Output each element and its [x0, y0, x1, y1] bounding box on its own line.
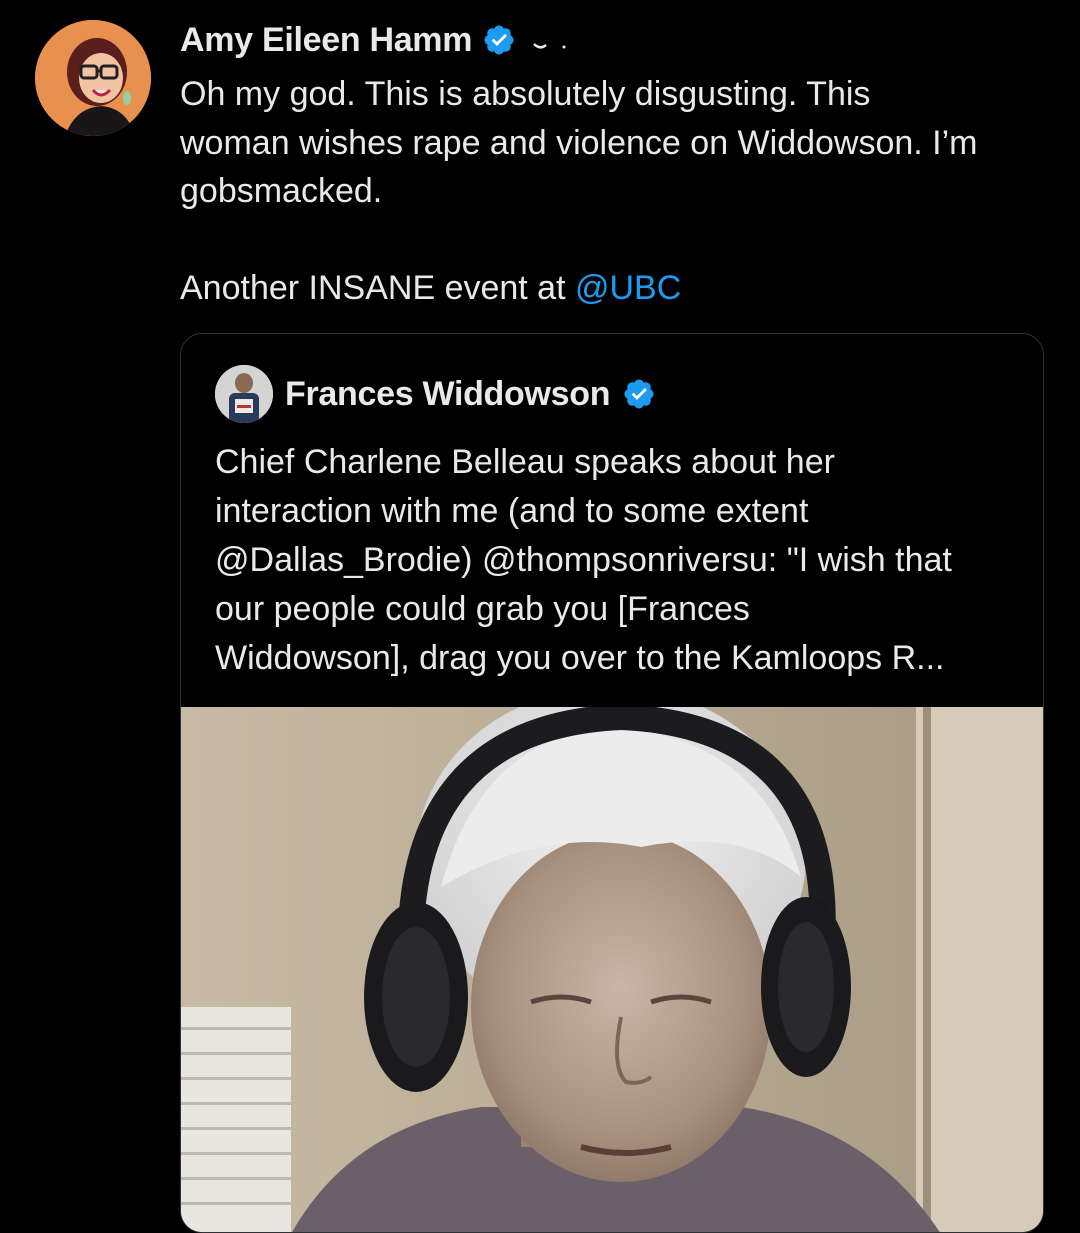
quote-text-line: interaction with me (and to some extent	[215, 492, 809, 530]
verified-badge-icon	[484, 25, 514, 55]
quote-text-line: our people could grab you [Frances	[215, 590, 750, 628]
quote-tweet-card[interactable]: Frances Widdowson Chief Charlene Belleau…	[180, 333, 1044, 1233]
tweet-text-line: woman wishes rape and violence on Widdow…	[180, 123, 978, 162]
quote-user-avatar-icon	[215, 365, 273, 423]
quote-author-avatar[interactable]	[215, 365, 273, 423]
tweet-text-line: Another INSANE event at @UBC	[180, 264, 1060, 313]
tweet-text-segment: Another INSANE event at	[180, 269, 575, 307]
mention-link[interactable]: @UBC	[575, 269, 681, 307]
tweet-text-line: Oh my god. This is absolutely disgusting…	[180, 75, 871, 113]
verified-badge-icon	[624, 379, 654, 409]
quote-text-line: Widdowson], drag you over to the Kamloop…	[215, 639, 945, 677]
author-avatar[interactable]	[35, 20, 151, 136]
quote-author-name[interactable]: Frances Widdowson	[285, 375, 611, 414]
quote-text: Chief Charlene Belleau speaks about her …	[215, 438, 1015, 683]
quote-text-line: @Dallas_Brodie) @thompsonriversu: "I wis…	[215, 541, 952, 579]
author-name[interactable]: Amy Eileen Hamm	[180, 21, 472, 60]
handle-fragment-icon	[533, 43, 566, 49]
tweet-text-line: gobsmacked.	[180, 172, 383, 210]
quote-media[interactable]	[181, 707, 1043, 1232]
tweet-text: Oh my god. This is absolutely disgusting…	[180, 70, 1060, 313]
user-avatar-icon	[35, 20, 151, 136]
quote-header: Frances Widdowson	[215, 364, 656, 424]
author-row: Amy Eileen Hamm	[180, 18, 572, 62]
quote-text-line: Chief Charlene Belleau speaks about her	[215, 443, 835, 481]
video-thumbnail-image	[181, 707, 1043, 1232]
